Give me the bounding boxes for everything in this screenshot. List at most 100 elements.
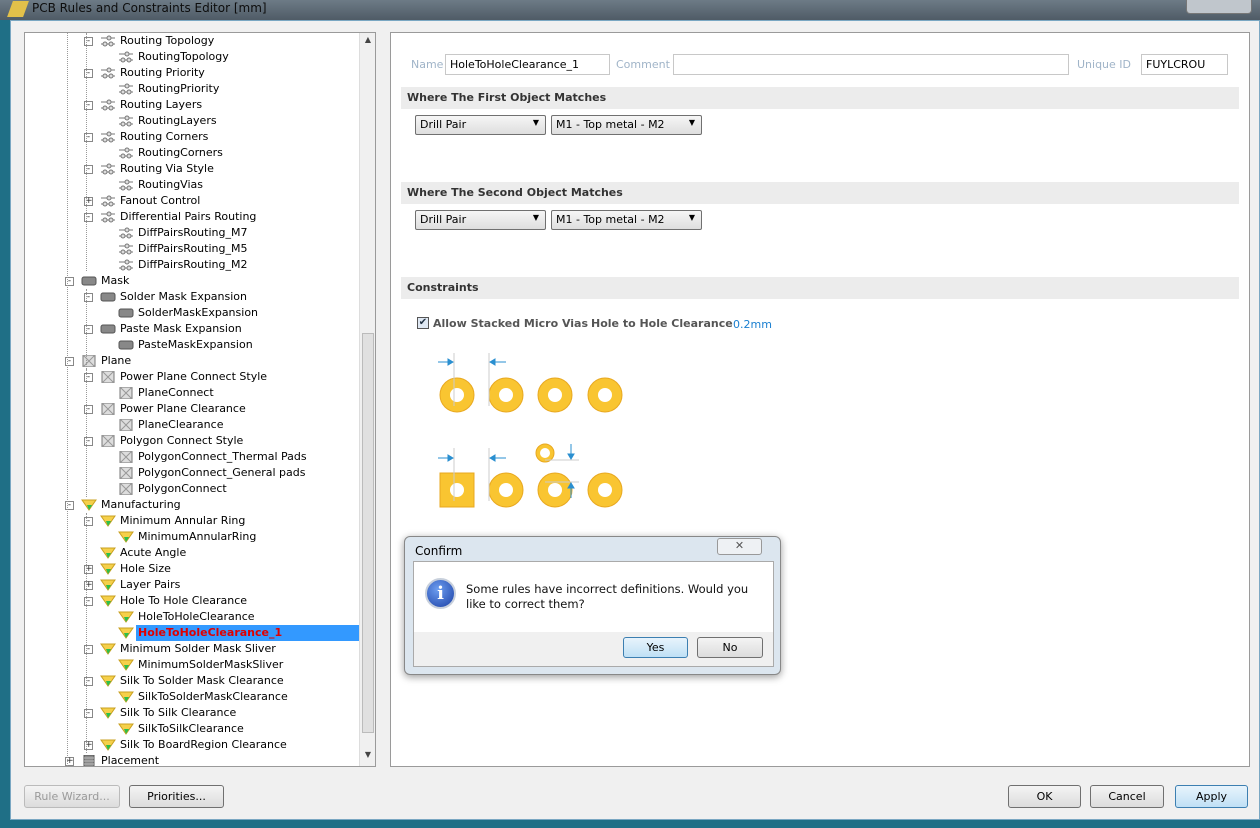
tree-item[interactable]: PlaneConnect (118, 385, 216, 401)
tree-item-label: Routing Via Style (120, 162, 214, 175)
routing-rule-icon (100, 35, 116, 47)
tree-item[interactable]: RoutingPriority (118, 81, 221, 97)
tree-item[interactable]: + Fanout Control (84, 193, 202, 209)
tree-item[interactable]: DiffPairsRouting_M2 (118, 257, 249, 273)
plane-rule-icon (81, 354, 97, 368)
tree-item[interactable]: PasteMaskExpansion (118, 337, 255, 353)
tree-item[interactable]: HoleToHoleClearance_1 (118, 625, 375, 641)
tree-item[interactable]: PolygonConnect (118, 481, 229, 497)
tree-item-label: PolygonConnect_General pads (138, 466, 306, 479)
tree-item-label: Routing Topology (120, 34, 215, 47)
tree-item[interactable]: RoutingLayers (118, 113, 219, 129)
window-title: PCB Rules and Constraints Editor [mm] (32, 1, 267, 15)
tree-item[interactable]: RoutingVias (118, 177, 205, 193)
tree-item[interactable]: - Mask (65, 273, 131, 289)
ok-button[interactable]: OK (1008, 785, 1081, 808)
clearance-label: Hole to Hole Clearance (591, 317, 733, 330)
tree-item[interactable]: - Manufacturing (65, 497, 183, 513)
tree-connector (86, 513, 87, 753)
tree-item[interactable]: - Paste Mask Expansion (84, 321, 244, 337)
tree-item[interactable]: + Layer Pairs (84, 577, 182, 593)
no-button[interactable]: No (697, 637, 763, 658)
tree-item[interactable]: - Routing Via Style (84, 161, 216, 177)
name-input[interactable]: HoleToHoleClearance_1 (445, 54, 610, 75)
tree-item[interactable]: PolygonConnect_General pads (118, 465, 308, 481)
unique-id-input[interactable]: FUYLCROU (1141, 54, 1228, 75)
second-type-dropdown[interactable]: Drill Pair ▼ (415, 210, 546, 230)
second-value-dropdown[interactable]: M1 - Top metal - M2 ▼ (551, 210, 702, 230)
tree-item[interactable]: - Routing Layers (84, 97, 204, 113)
tree-item-label: Routing Layers (120, 98, 203, 111)
dialog-body: i Some rules have incorrect definitions.… (413, 561, 774, 667)
yes-button[interactable]: Yes (623, 637, 688, 658)
tree-item-label: DiffPairsRouting_M7 (138, 226, 248, 239)
allow-stacked-checkbox[interactable]: ✔ (417, 317, 429, 329)
rule-wizard-button[interactable]: Rule Wizard... (24, 785, 120, 808)
tree-item[interactable]: - Power Plane Clearance (84, 401, 248, 417)
tree-item[interactable]: - Solder Mask Expansion (84, 289, 249, 305)
tree-item-label: Routing Corners (120, 130, 209, 143)
plane-rule-icon (118, 482, 134, 496)
apply-button[interactable]: Apply (1175, 785, 1248, 808)
routing-rule-icon (100, 163, 116, 175)
tree-item[interactable]: DiffPairsRouting_M5 (118, 241, 249, 257)
app-icon (7, 1, 29, 17)
tree-item-label: RoutingPriority (138, 82, 220, 95)
tree-item[interactable]: - Silk To Silk Clearance (84, 705, 238, 721)
chevron-down-icon: ▼ (688, 118, 695, 127)
manufacturing-rule-icon (100, 675, 116, 687)
tree-item[interactable]: HoleToHoleClearance (118, 609, 257, 625)
tree-item[interactable]: - Minimum Annular Ring (84, 513, 247, 529)
tree-item-label: PolygonConnect (138, 482, 227, 495)
tree-item[interactable]: - Routing Corners (84, 129, 210, 145)
routing-rule-icon (100, 99, 116, 111)
tree-item[interactable]: MinimumSolderMaskSliver (118, 657, 285, 673)
tree-item[interactable]: - Silk To Solder Mask Clearance (84, 673, 286, 689)
tree-item[interactable]: + Placement (65, 753, 161, 767)
tree-item[interactable]: DiffPairsRouting_M7 (118, 225, 249, 241)
tree-item-label: RoutingLayers (138, 114, 217, 127)
tree-item-label: MinimumAnnularRing (138, 530, 257, 543)
tree-item[interactable]: - Plane (65, 353, 133, 369)
manufacturing-rule-icon (100, 643, 116, 655)
comment-input[interactable] (673, 54, 1069, 75)
first-value-dropdown[interactable]: M1 - Top metal - M2 ▼ (551, 115, 702, 135)
tree-item[interactable]: Acute Angle (100, 545, 188, 561)
tree-item[interactable]: - Routing Topology (84, 33, 216, 49)
tree-item[interactable]: + Hole Size (84, 561, 173, 577)
clearance-value[interactable]: 0.2mm (733, 318, 772, 331)
mask-rule-icon (118, 339, 134, 351)
tree-item[interactable]: - Power Plane Connect Style (84, 369, 269, 385)
tree-item[interactable]: SolderMaskExpansion (118, 305, 260, 321)
tree-item[interactable]: MinimumAnnularRing (118, 529, 258, 545)
tree-item[interactable]: PlaneClearance (118, 417, 225, 433)
tree-item[interactable]: SilkToSolderMaskClearance (118, 689, 290, 705)
first-type-dropdown[interactable]: Drill Pair ▼ (415, 115, 546, 135)
tree-scrollbar[interactable]: ▲ ▼ (359, 33, 375, 766)
scroll-down-icon[interactable]: ▼ (360, 750, 375, 764)
tree-item[interactable]: - Differential Pairs Routing (84, 209, 258, 225)
routing-rule-icon (118, 147, 134, 159)
tree-item[interactable]: PolygonConnect_Thermal Pads (118, 449, 309, 465)
tree-item[interactable]: + Silk To BoardRegion Clearance (84, 737, 289, 753)
tree-item-label: Minimum Annular Ring (120, 514, 246, 527)
tree-item[interactable]: - Polygon Connect Style (84, 433, 245, 449)
tree-item-label: Placement (101, 754, 160, 767)
tree-item[interactable]: - Minimum Solder Mask Sliver (84, 641, 278, 657)
close-window-button[interactable] (1186, 0, 1252, 14)
tree-item-label: Manufacturing (101, 498, 181, 511)
tree-item[interactable]: - Routing Priority (84, 65, 207, 81)
tree-item[interactable]: RoutingTopology (118, 49, 231, 65)
tree-item[interactable]: - Hole To Hole Clearance (84, 593, 249, 609)
tree-item-label: DiffPairsRouting_M2 (138, 258, 248, 271)
tree-item[interactable]: RoutingCorners (118, 145, 225, 161)
scroll-thumb[interactable] (362, 333, 374, 733)
priorities-button[interactable]: Priorities... (129, 785, 224, 808)
cancel-button[interactable]: Cancel (1090, 785, 1164, 808)
tree-item-label: MinimumSolderMaskSliver (138, 658, 284, 671)
title-bar: PCB Rules and Constraints Editor [mm] (0, 0, 1260, 20)
dialog-close-button[interactable]: ✕ (717, 538, 762, 555)
dialog-title: Confirm (415, 544, 463, 558)
tree-item[interactable]: SilkToSilkClearance (118, 721, 246, 737)
scroll-up-icon[interactable]: ▲ (360, 35, 375, 49)
